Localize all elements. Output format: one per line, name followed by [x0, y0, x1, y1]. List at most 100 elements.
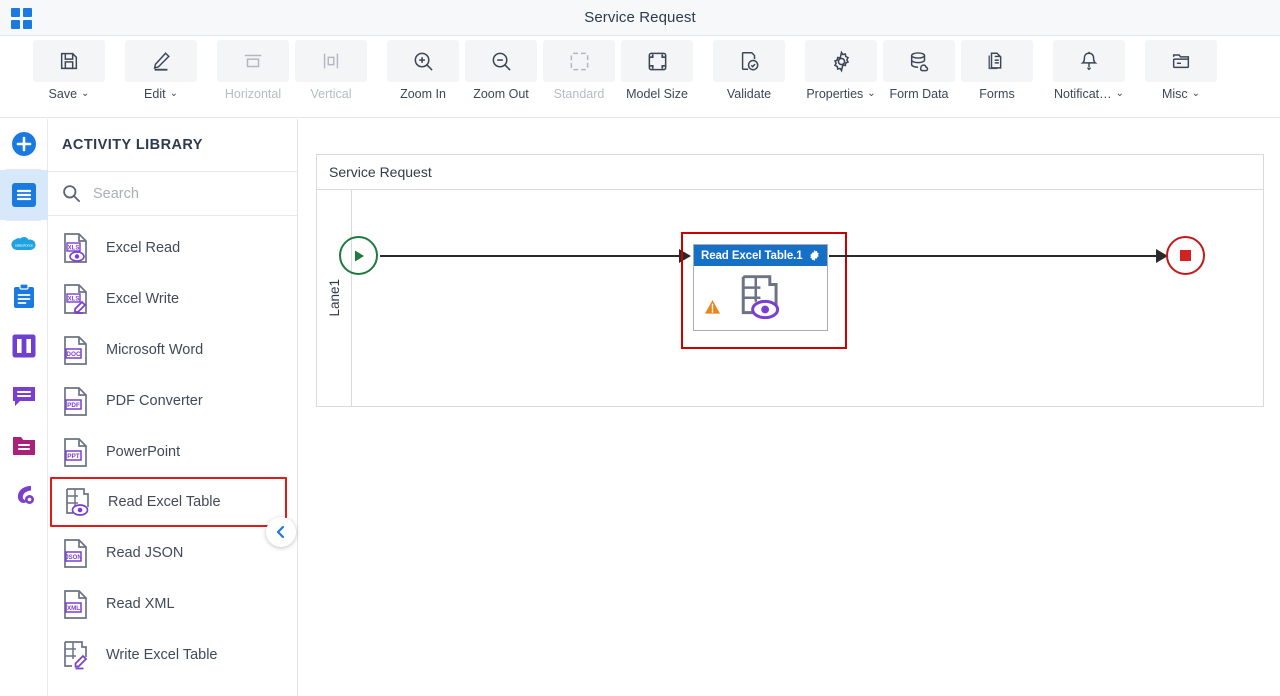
json-file-icon: JSON — [64, 538, 87, 568]
activity-item-powerpoint[interactable]: PPT PowerPoint — [48, 426, 297, 477]
properties-label: Properties — [806, 87, 864, 101]
toolbar: Save ⌄ Edit ⌄ Horizontal Vertical Zoom I… — [0, 36, 1280, 118]
panel-header: ACTIVITY LIBRARY — [48, 119, 297, 172]
task-read-excel-table[interactable]: Read Excel Table.1 — [693, 244, 828, 331]
task-header: Read Excel Table.1 — [694, 245, 827, 266]
horizontal-button[interactable]: Horizontal — [214, 40, 292, 114]
activity-item-excel-read[interactable]: XLS Excel Read — [48, 222, 297, 273]
panel-collapse-button[interactable] — [266, 517, 296, 547]
zoom-out-icon — [465, 40, 537, 82]
clipboard-icon — [14, 283, 34, 308]
process-canvas[interactable]: Service Request Lane1 Read Excel Table.1 — [298, 119, 1280, 696]
page-title: Service Request — [584, 9, 696, 26]
activity-item-pdf-converter[interactable]: PDF PDF Converter — [48, 375, 297, 426]
standard-size-icon — [543, 40, 615, 82]
search-input[interactable] — [93, 185, 263, 202]
search-bar[interactable] — [48, 172, 297, 216]
pool-header: Service Request — [317, 155, 1263, 190]
validate-button[interactable]: Validate — [710, 40, 788, 114]
task-body — [694, 266, 827, 331]
rail-item-columns[interactable] — [0, 321, 48, 371]
search-icon — [63, 185, 81, 203]
bell-icon — [1053, 40, 1125, 82]
lane-header[interactable]: Lane1 — [317, 190, 352, 406]
forms-button[interactable]: Forms — [958, 40, 1036, 114]
notifications-label: Notificat… — [1053, 87, 1112, 101]
activity-item-write-excel-table[interactable]: Write Excel Table — [48, 629, 297, 680]
zoom-in-button[interactable]: Zoom In — [384, 40, 462, 114]
align-horizontal-icon — [217, 40, 289, 82]
rail-item-add[interactable] — [0, 119, 48, 169]
ppt-file-icon: PPT — [64, 437, 87, 467]
add-new-icon — [12, 132, 36, 156]
activity-item-microsoft-word[interactable]: DOC Microsoft Word — [48, 324, 297, 375]
svg-text:PPT: PPT — [67, 453, 80, 460]
vertical-label: Vertical — [310, 87, 352, 101]
horizontal-label: Horizontal — [224, 87, 282, 101]
svg-text:salesforce: salesforce — [15, 242, 34, 247]
rail-item-activity-library[interactable] — [0, 170, 48, 220]
activity-item-excel-write[interactable]: XLS Excel Write — [48, 273, 297, 324]
salesforce-cloud-icon: salesforce — [11, 237, 36, 251]
gear-icon[interactable] — [808, 249, 821, 262]
misc-button[interactable]: Misc ⌄ — [1142, 40, 1220, 114]
activity-label: Excel Read — [106, 239, 181, 256]
lane-label: Lane1 — [326, 279, 342, 317]
svg-text:XLS: XLS — [68, 296, 80, 302]
automation-icon — [17, 486, 34, 504]
table-read-icon — [66, 488, 89, 516]
pencil-icon — [125, 40, 197, 82]
align-vertical-icon — [295, 40, 367, 82]
activity-item-read-xml[interactable]: XML Read XML — [48, 578, 297, 629]
forms-label: Forms — [979, 87, 1015, 101]
svg-text:XLS: XLS — [68, 245, 80, 251]
folder-card-icon — [1145, 40, 1217, 82]
folder-icon — [13, 437, 35, 455]
svg-text:JSON: JSON — [65, 555, 81, 561]
activity-label: PDF Converter — [106, 392, 203, 409]
chevron-down-icon: ⌄ — [81, 88, 90, 99]
chevron-down-icon: ⌄ — [1115, 88, 1125, 99]
save-label: Save — [48, 87, 78, 101]
zoom-out-button[interactable]: Zoom Out — [462, 40, 540, 114]
panel-title: ACTIVITY LIBRARY — [62, 137, 203, 153]
gear-icon — [805, 40, 877, 82]
title-bar: Service Request — [0, 0, 1280, 36]
rail-item-comment[interactable] — [0, 371, 48, 421]
zoom-out-label: Zoom Out — [473, 87, 529, 101]
left-rail: salesforce — [0, 119, 48, 696]
model-size-label: Model Size — [626, 87, 688, 101]
rail-item-automation[interactable] — [0, 471, 48, 521]
model-size-button[interactable]: Model Size — [618, 40, 696, 114]
save-button[interactable]: Save ⌄ — [30, 40, 108, 114]
vertical-button[interactable]: Vertical — [292, 40, 370, 114]
chevron-down-icon: ⌄ — [867, 88, 876, 99]
rail-item-salesforce[interactable]: salesforce — [0, 221, 48, 271]
properties-button[interactable]: Properties ⌄ — [802, 40, 880, 114]
sequence-flow-1 — [380, 255, 680, 257]
form-data-button[interactable]: Form Data — [880, 40, 958, 114]
end-event[interactable] — [1166, 236, 1205, 275]
activity-label: Read XML — [106, 595, 175, 612]
standard-label: Standard — [553, 87, 605, 101]
misc-label: Misc — [1161, 87, 1188, 101]
activity-list: XLS Excel Read XLS Excel Write DOC Micro… — [48, 216, 297, 680]
activity-item-read-excel-table[interactable]: Read Excel Table — [50, 477, 287, 527]
activity-item-read-json[interactable]: JSON Read JSON — [48, 527, 297, 578]
rail-item-clipboard[interactable] — [0, 271, 48, 321]
notifications-button[interactable]: Notificat… ⌄ — [1050, 40, 1128, 114]
zoom-in-icon — [387, 40, 459, 82]
doc-file-icon: DOC — [64, 335, 87, 365]
svg-text:PDF: PDF — [67, 402, 80, 409]
start-event[interactable] — [339, 236, 378, 275]
rail-item-folder[interactable] — [0, 421, 48, 471]
activity-label: Microsoft Word — [106, 341, 204, 358]
xml-file-icon: XML — [64, 589, 87, 619]
edit-button[interactable]: Edit ⌄ — [122, 40, 200, 114]
chevron-left-icon — [276, 525, 285, 539]
standard-button[interactable]: Standard — [540, 40, 618, 114]
model-size-icon — [621, 40, 693, 82]
table-read-icon — [738, 272, 786, 327]
svg-text:XML: XML — [67, 605, 80, 612]
columns-icon — [12, 334, 36, 358]
